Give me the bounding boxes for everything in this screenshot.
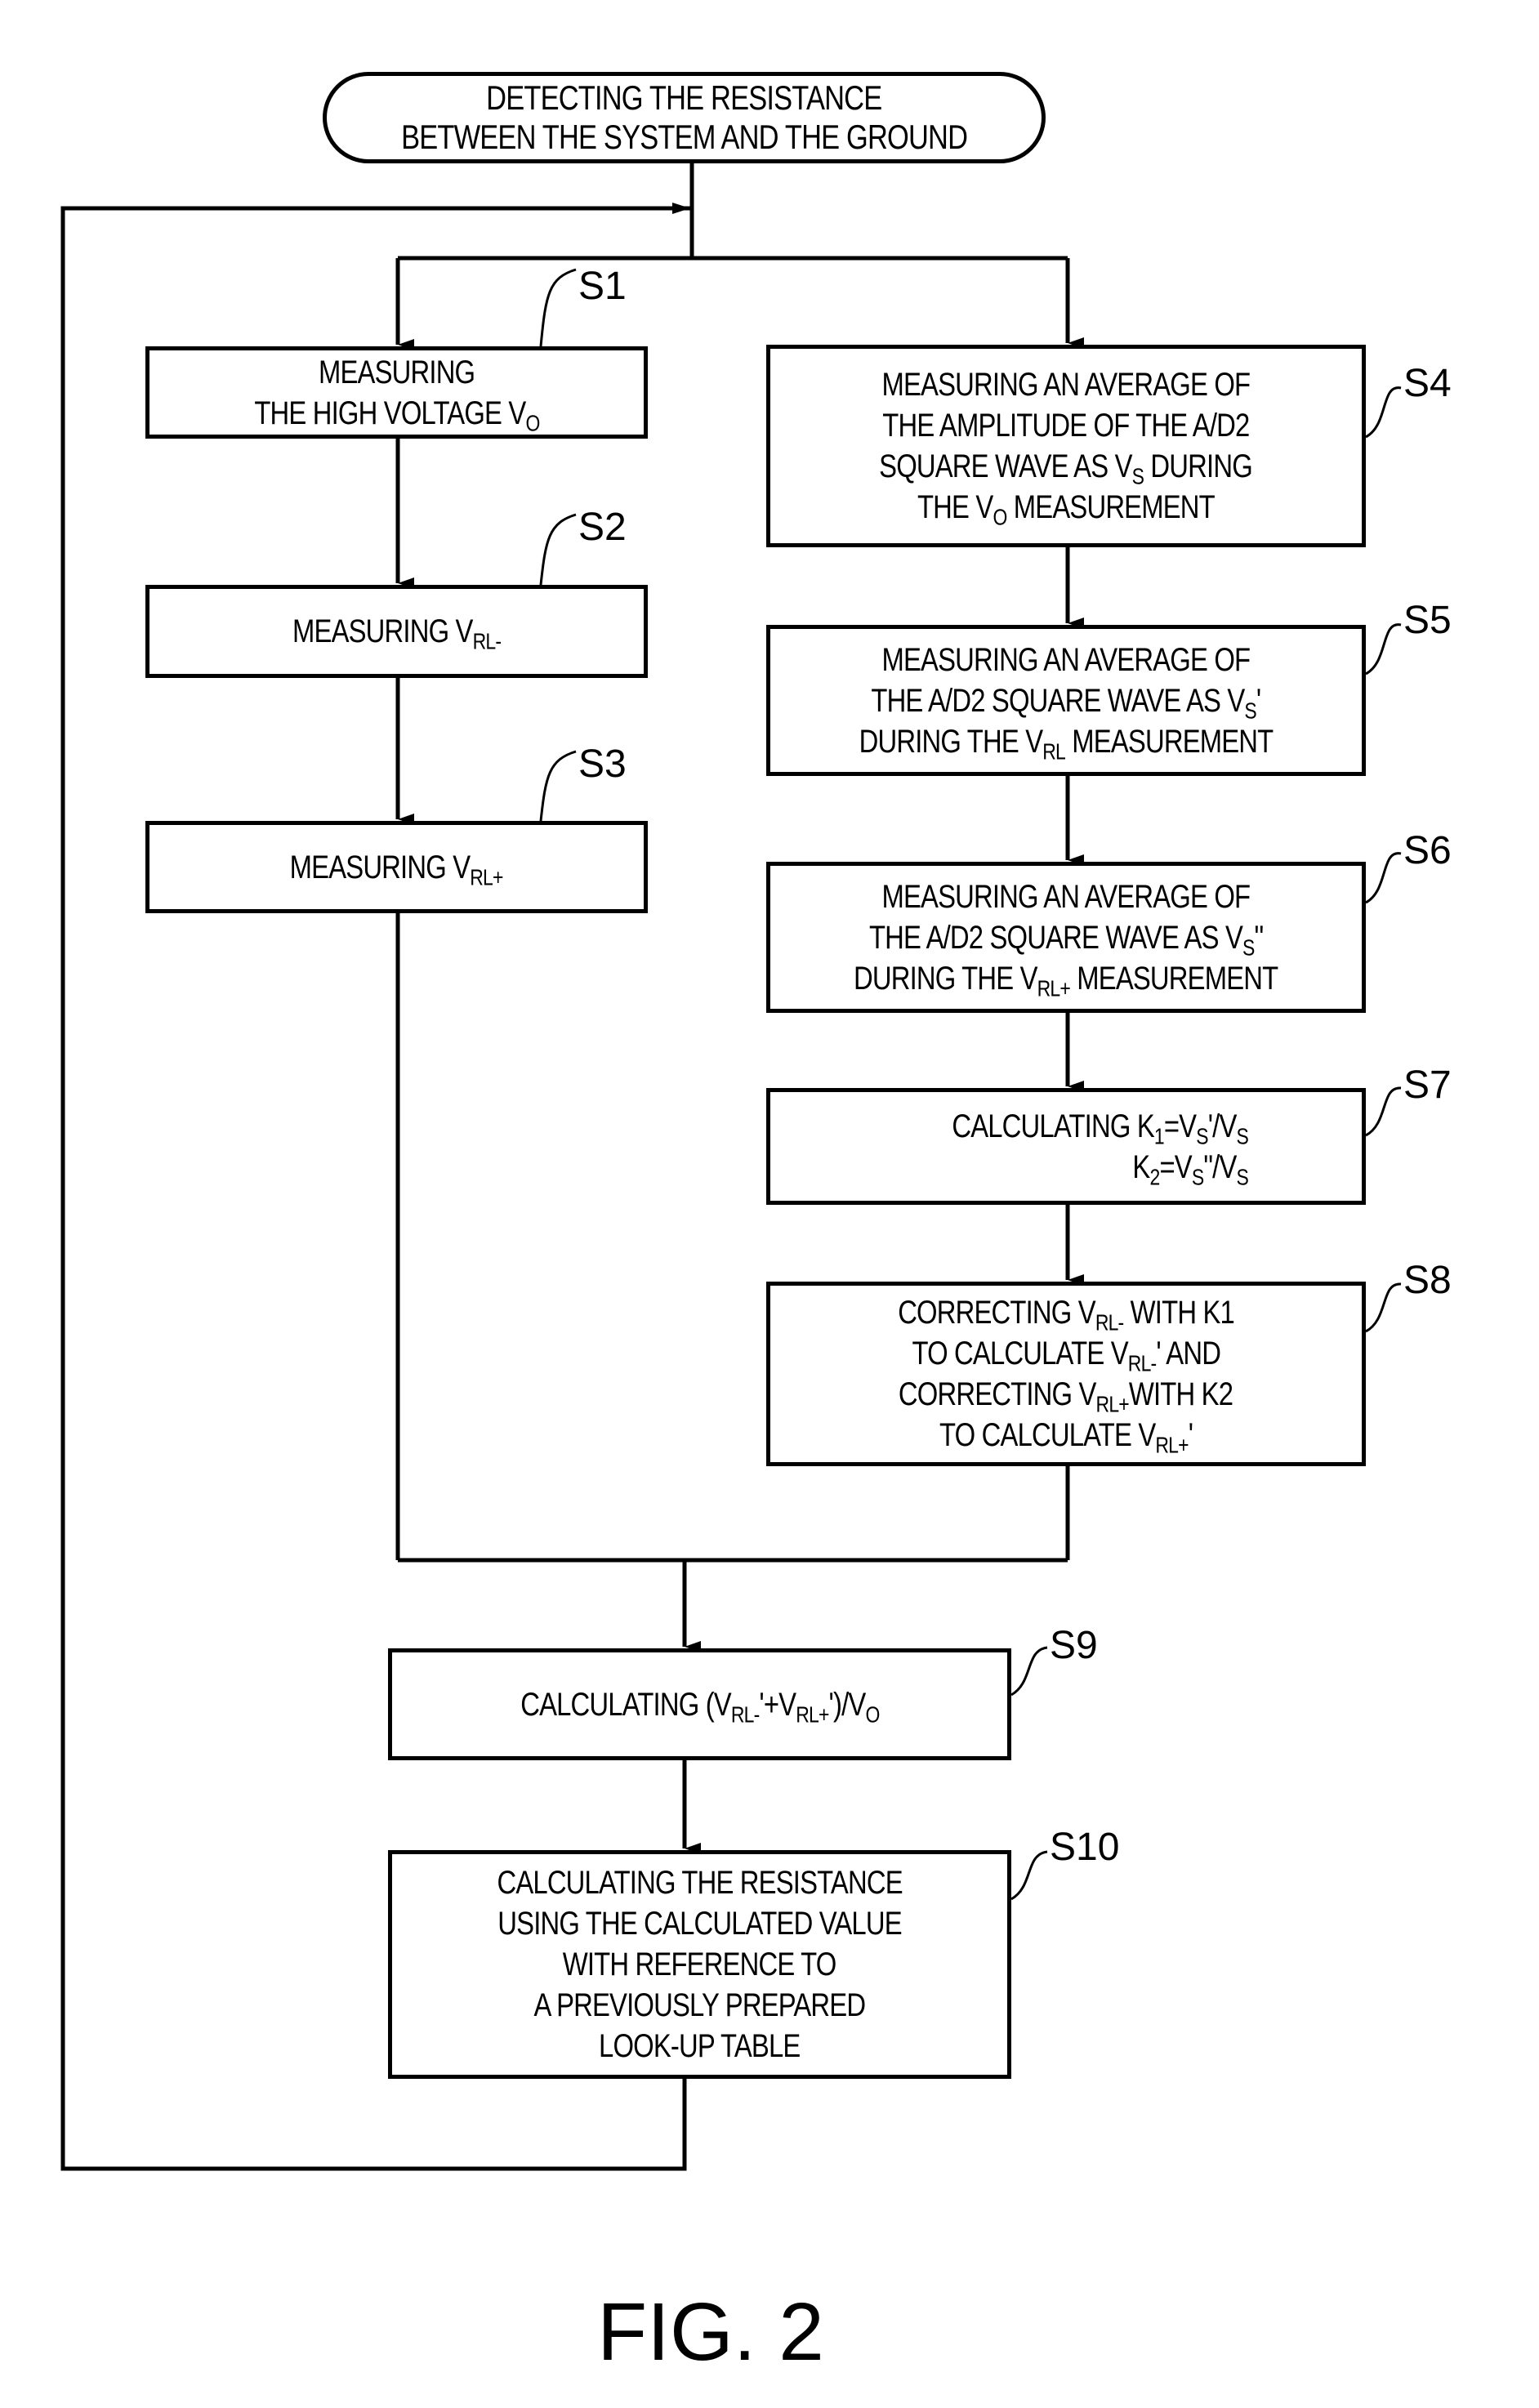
step-label-s2: S2 [578,506,627,549]
leader-s5 [1365,623,1402,676]
leader-s7 [1365,1086,1402,1137]
step-s10-line-3: WITH REFERENCE TO [563,1946,837,1982]
step-s1-line-1: MEASURING [318,354,475,390]
step-s10-line-5: LOOK-UP TABLE [599,2028,801,2064]
step-box-s4: MEASURING AN AVERAGE OF THE AMPLITUDE OF … [766,345,1366,547]
step-s1-line-2: THE HIGH VOLTAGE VO [253,395,540,435]
step-s6-line-3: DURING THE VRL+ MEASUREMENT [854,960,1278,1001]
step-s7-line-2: K2=VS"/VS [1132,1148,1249,1189]
step-label-s7: S7 [1403,1064,1452,1107]
leader-s8 [1365,1282,1402,1333]
start-line-2: BETWEEN THE SYSTEM AND THE GROUND [400,118,968,156]
leader-s10 [1010,1850,1048,1901]
step-label-s1: S1 [578,265,627,308]
step-s7-line-1: CALCULATING K1=VS'/VS [952,1108,1249,1148]
step-s4-line-1: MEASURING AN AVERAGE OF [881,367,1251,403]
step-s10-line-4: A PREVIOUSLY PREPARED [533,1987,867,2023]
step-s5-line-2: THE A/D2 SQUARE WAVE AS VS' [871,682,1261,723]
step-box-s2: MEASURING VRL- [145,585,648,678]
step-label-s4: S4 [1403,362,1452,405]
step-s4-line-4: THE VO MEASUREMENT [917,489,1216,530]
leader-s1 [539,268,577,347]
step-s5-line-1: MEASURING AN AVERAGE OF [881,641,1251,678]
start-terminator: DETECTING THE RESISTANCE BETWEEN THE SYS… [323,72,1046,163]
step-label-s3: S3 [578,742,627,786]
leader-s6 [1365,852,1402,904]
step-s4-line-3: SQUARE WAVE AS VS DURING [879,448,1254,489]
start-line-1: DETECTING THE RESISTANCE [486,78,882,117]
step-s8-line-4: TO CALCULATE VRL+' [939,1417,1193,1458]
step-s8-line-3: CORRECTING VRL+WITH K2 [899,1376,1233,1417]
step-label-s6: S6 [1403,829,1452,872]
leader-s4 [1365,386,1402,439]
step-s6-line-1: MEASURING AN AVERAGE OF [881,878,1251,915]
leader-s3 [539,750,577,822]
step-box-s3: MEASURING VRL+ [145,821,648,913]
step-label-s9: S9 [1050,1624,1098,1667]
step-label-s10: S10 [1050,1826,1120,1869]
step-box-s8: CORRECTING VRL- WITH K1 TO CALCULATE VRL-… [766,1282,1366,1466]
step-s9-line-1: CALCULATING (VRL-'+VRL+')/VO [520,1686,880,1727]
step-s2-line-1: MEASURING VRL- [292,613,502,654]
step-s4-line-2: THE AMPLITUDE OF THE A/D2 [882,408,1250,444]
step-s10-line-2: USING THE CALCULATED VALUE [497,1906,902,1942]
leader-s9 [1010,1646,1048,1697]
step-label-s5: S5 [1403,599,1452,642]
step-label-s8: S8 [1403,1259,1452,1302]
leader-s2 [539,513,577,586]
step-box-s6: MEASURING AN AVERAGE OF THE A/D2 SQUARE W… [766,862,1366,1013]
step-box-s7: CALCULATING K1=VS'/VS K2=VS"/VS [766,1088,1366,1205]
figure-caption: FIG. 2 [597,2286,824,2378]
step-s6-line-2: THE A/D2 SQUARE WAVE AS VS" [868,919,1264,960]
step-box-s5: MEASURING AN AVERAGE OF THE A/D2 SQUARE W… [766,625,1366,776]
step-box-s9: CALCULATING (VRL-'+VRL+')/VO [388,1648,1011,1760]
step-s5-line-3: DURING THE VRL MEASUREMENT [859,723,1274,764]
step-box-s10: CALCULATING THE RESISTANCE USING THE CALC… [388,1850,1011,2079]
step-box-s1: MEASURING THE HIGH VOLTAGE VO [145,346,648,439]
step-s8-line-2: TO CALCULATE VRL-' AND [912,1336,1220,1376]
step-s3-line-1: MEASURING VRL+ [290,849,504,890]
step-s8-line-1: CORRECTING VRL- WITH K1 [898,1295,1235,1336]
step-s10-line-1: CALCULATING THE RESISTANCE [497,1865,903,1901]
